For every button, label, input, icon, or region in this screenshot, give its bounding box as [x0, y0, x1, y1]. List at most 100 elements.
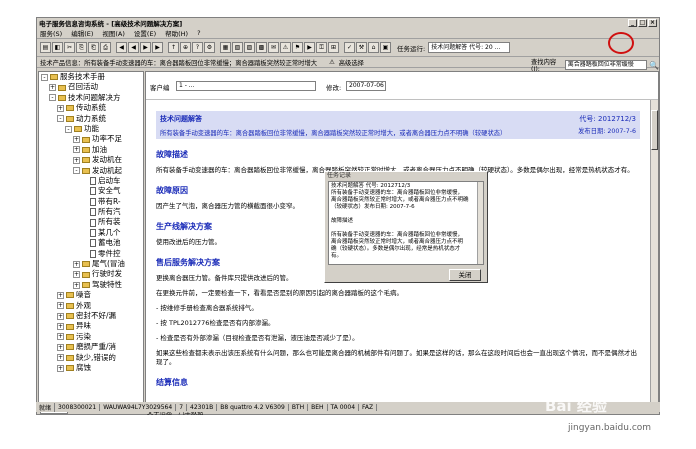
tree-item[interactable]: + 磨损严重/消 — [39, 342, 143, 352]
toolbar-tool-icon[interactable]: ▶ — [152, 42, 163, 53]
toolbar-tool-icon[interactable]: ? — [192, 42, 203, 53]
collapse-icon[interactable]: - — [57, 115, 64, 123]
expand-icon[interactable]: + — [49, 84, 56, 92]
expand-icon[interactable]: + — [73, 260, 80, 268]
tree-item[interactable]: 零件控 — [39, 249, 143, 259]
modified-date-field[interactable]: 2007-07-06 — [346, 81, 386, 91]
search-icon[interactable]: 🔍 — [649, 61, 659, 70]
collapse-icon[interactable]: - — [73, 167, 80, 175]
search-input[interactable]: 离合器踏板回位非常缓慢 — [564, 60, 648, 70]
toolbar-tool-icon[interactable]: ⚿ — [316, 42, 327, 53]
customer-dropdown[interactable]: 1 - ... — [176, 81, 316, 91]
tree-item[interactable]: 安全气 — [39, 186, 143, 196]
dialog-scrollbar[interactable] — [477, 182, 483, 264]
menu-item-3[interactable]: 设置(E) — [134, 28, 156, 38]
toolbar-tool-icon[interactable]: ⊞ — [328, 42, 339, 53]
toolbar-tool-icon[interactable]: ▣ — [380, 42, 391, 53]
minimize-button[interactable]: _ — [628, 19, 637, 27]
tree-item[interactable]: + 驾驶特性 — [39, 280, 143, 290]
toolbar-tool-icon[interactable]: ⚠ — [280, 42, 291, 53]
expand-icon[interactable]: + — [57, 343, 64, 351]
tree-item[interactable]: + 异味 — [39, 321, 143, 331]
tree-item[interactable]: + 外观 — [39, 301, 143, 311]
expand-icon[interactable]: + — [73, 146, 80, 154]
tree-item[interactable]: - 服务技术手册 — [39, 72, 143, 82]
toolbar-tool-icon[interactable]: ✓ — [344, 42, 355, 53]
tree-item-label: 发动机起 — [92, 165, 122, 175]
expand-icon[interactable]: + — [73, 136, 80, 144]
tree-item[interactable]: 某几个 — [39, 228, 143, 238]
tree-item[interactable]: - 功能 — [39, 124, 143, 134]
tree-item[interactable]: + 腐蚀 — [39, 363, 143, 373]
toolbar-tool-icon[interactable]: ▶ — [140, 42, 151, 53]
toolbar-tool-icon[interactable]: ⎘ — [76, 42, 87, 53]
expand-icon[interactable]: + — [57, 312, 64, 320]
menu-item-5[interactable]: ? — [197, 29, 200, 37]
service-code-field[interactable]: 技术问题解答 代号: 20 ... — [428, 42, 511, 53]
tree-item[interactable]: 蓄电池 — [39, 238, 143, 248]
expand-icon[interactable]: + — [73, 281, 80, 289]
expand-icon[interactable]: + — [57, 291, 64, 299]
tree-item-label: 缺少,错误的 — [76, 352, 116, 362]
expand-icon[interactable]: + — [57, 333, 64, 341]
tree-item[interactable]: - 动力系统 — [39, 114, 143, 124]
tree-item[interactable]: + 缺少,错误的 — [39, 353, 143, 363]
menu-item-2[interactable]: 视图(A) — [102, 28, 125, 38]
toolbar-tool-icon[interactable]: ⚙ — [204, 42, 215, 53]
toolbar-tool-icon[interactable]: ▧ — [232, 42, 243, 53]
toolbar-tool-icon[interactable]: ⚑ — [292, 42, 303, 53]
scrollbar-thumb[interactable] — [651, 110, 658, 150]
expand-icon[interactable]: + — [73, 271, 80, 279]
toolbar-tool-icon[interactable]: ◀ — [128, 42, 139, 53]
menu-item-0[interactable]: 服务(S) — [40, 28, 62, 38]
content-scrollbar[interactable] — [650, 100, 658, 406]
collapse-icon[interactable]: - — [49, 94, 56, 102]
tree-item[interactable]: + 传动系统 — [39, 103, 143, 113]
tree-item[interactable]: - 发动机起 — [39, 166, 143, 176]
dialog-text-area[interactable]: 技术问题解答 代号: 2012712/3 所有装备手动变速器的车：离合器踏板回位非… — [328, 181, 484, 265]
toolbar-tool-icon[interactable]: ▤ — [40, 42, 51, 53]
toolbar-tool-icon[interactable]: ◀ — [116, 42, 127, 53]
toolbar-tool-icon[interactable]: ⎗ — [88, 42, 99, 53]
close-button[interactable]: × — [648, 19, 657, 27]
toolbar-tool-icon[interactable]: ✉ — [268, 42, 279, 53]
tree-item[interactable]: - 技术问题解决方 — [39, 93, 143, 103]
menu-item-4[interactable]: 帮助(H) — [165, 28, 188, 38]
toolbar-tool-icon[interactable]: ✂ — [64, 42, 75, 53]
expand-icon[interactable]: + — [57, 302, 64, 310]
tree-item[interactable]: + 行驶时发 — [39, 269, 143, 279]
tree-item[interactable]: + 污染 — [39, 332, 143, 342]
collapse-icon[interactable]: - — [41, 73, 48, 81]
tree-item[interactable]: 所有装 — [39, 217, 143, 227]
tree-item[interactable]: 所有汽 — [39, 207, 143, 217]
tree-item[interactable]: 带有R- — [39, 197, 143, 207]
toolbar-tool-icon[interactable]: ▦ — [220, 42, 231, 53]
expand-icon[interactable]: + — [73, 156, 80, 164]
tree-item[interactable]: 启动车 — [39, 176, 143, 186]
toolbar-tool-icon[interactable]: ◧ — [52, 42, 63, 53]
expand-icon[interactable]: + — [57, 354, 64, 362]
collapse-icon[interactable]: - — [65, 125, 72, 133]
toolbar-tool-icon[interactable]: ⎙ — [100, 42, 111, 53]
toolbar-tool-icon[interactable]: ▨ — [244, 42, 255, 53]
toolbar-tool-icon[interactable]: ⚒ — [356, 42, 367, 53]
dialog-close-button[interactable]: 关闭 — [449, 269, 481, 281]
toolbar-tool-icon[interactable]: ⊕ — [180, 42, 191, 53]
tree-item[interactable]: + 尾气(冒油 — [39, 259, 143, 269]
toolbar-tool-icon[interactable]: ▩ — [256, 42, 267, 53]
expand-icon[interactable]: + — [57, 323, 64, 331]
expand-icon[interactable]: + — [57, 104, 64, 112]
toolbar-tool-icon[interactable]: ▶ — [304, 42, 315, 53]
tree-item[interactable]: + 噪音 — [39, 290, 143, 300]
expand-icon[interactable]: + — [57, 364, 64, 372]
tree-item[interactable]: + 加油 — [39, 145, 143, 155]
toolbar-tool-icon[interactable]: ↑ — [168, 42, 179, 53]
tree-item[interactable]: + 功率不足 — [39, 134, 143, 144]
tree-item[interactable]: + 发动机在 — [39, 155, 143, 165]
toolbar-tool-icon[interactable]: ⌂ — [368, 42, 379, 53]
maximize-button[interactable]: □ — [638, 19, 647, 27]
product-info-text: 技术产品信息：所有装备手动变速器的车：离合器踏板回位非常缓慢；离合器踏板突然较正… — [40, 59, 318, 67]
tree-item[interactable]: + 密封不好/漏 — [39, 311, 143, 321]
tree-item[interactable]: + 召回活动 — [39, 82, 143, 92]
menu-item-1[interactable]: 编辑(E) — [71, 28, 93, 38]
